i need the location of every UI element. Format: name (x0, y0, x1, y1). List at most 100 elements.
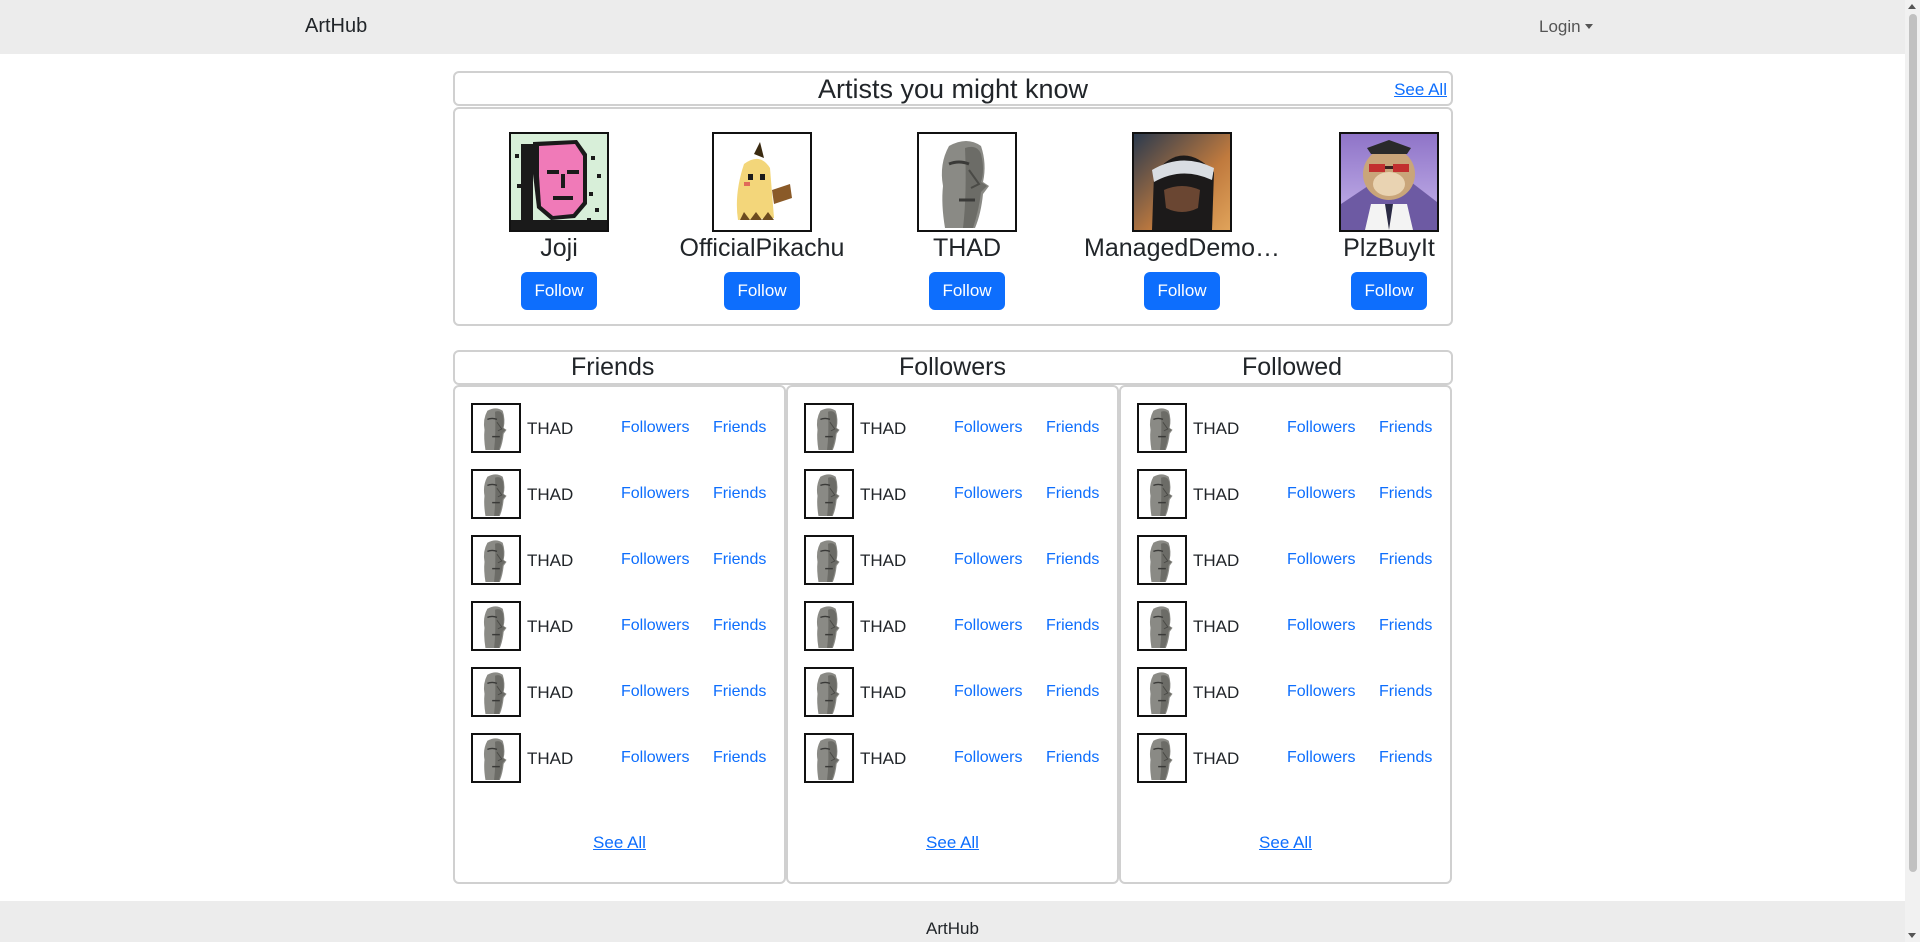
friends-link[interactable]: Friends (713, 551, 766, 569)
ape-nft-avatar[interactable] (1339, 132, 1439, 232)
moai-head-avatar[interactable] (804, 535, 854, 585)
user-name[interactable]: THAD (860, 551, 906, 571)
user-name[interactable]: THAD (860, 683, 906, 703)
followers-link[interactable]: Followers (1287, 419, 1355, 437)
pink-pixel-face-avatar[interactable] (509, 132, 609, 232)
friends-link[interactable]: Friends (1046, 551, 1099, 569)
moai-head-avatar[interactable] (1137, 667, 1187, 717)
friends-link[interactable]: Friends (1046, 419, 1099, 437)
moai-head-avatar[interactable] (471, 535, 521, 585)
user-name[interactable]: THAD (527, 419, 573, 439)
follow-button[interactable]: Follow (1144, 272, 1220, 310)
user-name[interactable]: THAD (1193, 551, 1239, 571)
moai-head-avatar[interactable] (804, 601, 854, 651)
followers-link[interactable]: Followers (954, 683, 1022, 701)
friends-link[interactable]: Friends (1379, 419, 1432, 437)
moai-head-avatar[interactable] (471, 733, 521, 783)
artist-name[interactable]: THAD (862, 233, 1072, 263)
friends-link[interactable]: Friends (1379, 749, 1432, 767)
followers-link[interactable]: Followers (954, 749, 1022, 767)
followers-link[interactable]: Followers (1287, 485, 1355, 503)
user-name[interactable]: THAD (1193, 683, 1239, 703)
moai-head-avatar[interactable] (804, 469, 854, 519)
moai-head-avatar[interactable] (471, 403, 521, 453)
artist-name[interactable]: ManagedDemo… (1077, 233, 1287, 263)
friends-link[interactable]: Friends (1379, 485, 1432, 503)
user-name[interactable]: THAD (860, 749, 906, 769)
follow-button[interactable]: Follow (521, 272, 597, 310)
friends-link[interactable]: Friends (713, 683, 766, 701)
friends-link[interactable]: Friends (713, 617, 766, 635)
followers-link[interactable]: Followers (954, 617, 1022, 635)
moai-head-avatar[interactable] (1137, 733, 1187, 783)
friends-link[interactable]: Friends (1046, 749, 1099, 767)
moai-head-avatar[interactable] (804, 667, 854, 717)
see-all-label[interactable]: See All (593, 833, 646, 852)
friends-link[interactable]: Friends (713, 749, 766, 767)
friends-link[interactable]: Friends (1046, 617, 1099, 635)
followers-see-all-link[interactable]: See All (788, 833, 1117, 853)
artist-name[interactable]: OfficialPikachu (657, 233, 867, 263)
user-name[interactable]: THAD (527, 551, 573, 571)
scroll-up-arrow-icon[interactable] (1908, 4, 1916, 9)
followers-link[interactable]: Followers (1287, 749, 1355, 767)
friends-link[interactable]: Friends (1046, 683, 1099, 701)
see-all-label[interactable]: See All (926, 833, 979, 852)
follow-button[interactable]: Follow (1351, 272, 1427, 310)
moai-head-avatar[interactable] (1137, 535, 1187, 585)
followers-link[interactable]: Followers (1287, 551, 1355, 569)
follow-button[interactable]: Follow (724, 272, 800, 310)
user-name[interactable]: THAD (1193, 617, 1239, 637)
moai-head-avatar[interactable] (471, 469, 521, 519)
moai-head-avatar[interactable] (1137, 403, 1187, 453)
followers-link[interactable]: Followers (621, 749, 689, 767)
vertical-scrollbar[interactable] (1905, 0, 1920, 942)
followers-link[interactable]: Followers (621, 683, 689, 701)
user-name[interactable]: THAD (1193, 485, 1239, 505)
moai-head-avatar[interactable] (471, 667, 521, 717)
followers-link[interactable]: Followers (621, 419, 689, 437)
followed-see-all-link[interactable]: See All (1121, 833, 1450, 853)
ninja-headband-avatar[interactable] (1132, 132, 1232, 232)
friends-link[interactable]: Friends (713, 485, 766, 503)
moai-head-avatar[interactable] (1137, 601, 1187, 651)
mimikyu-pixel-avatar[interactable] (712, 132, 812, 232)
user-name[interactable]: THAD (527, 749, 573, 769)
followers-link[interactable]: Followers (621, 617, 689, 635)
moai-head-avatar[interactable] (1137, 469, 1187, 519)
user-name[interactable]: THAD (527, 617, 573, 637)
followers-link[interactable]: Followers (1287, 683, 1355, 701)
artist-name[interactable]: PlzBuyIt (1284, 233, 1494, 263)
follow-button[interactable]: Follow (929, 272, 1005, 310)
scrollbar-thumb[interactable] (1909, 14, 1917, 872)
user-name[interactable]: THAD (1193, 419, 1239, 439)
followers-link[interactable]: Followers (621, 551, 689, 569)
brand-link[interactable]: ArtHub (305, 15, 367, 38)
followers-link[interactable]: Followers (954, 485, 1022, 503)
moai-head-avatar[interactable] (471, 601, 521, 651)
followers-link[interactable]: Followers (621, 485, 689, 503)
moai-head-avatar[interactable] (804, 733, 854, 783)
friends-link[interactable]: Friends (1379, 551, 1432, 569)
artist-name[interactable]: Joji (454, 233, 664, 263)
friends-link[interactable]: Friends (1379, 683, 1432, 701)
user-name[interactable]: THAD (860, 617, 906, 637)
moai-head-avatar[interactable] (917, 132, 1017, 232)
artists-see-all-link[interactable]: See All (1394, 80, 1447, 100)
followers-link[interactable]: Followers (954, 419, 1022, 437)
user-name[interactable]: THAD (527, 485, 573, 505)
friends-link[interactable]: Friends (1379, 617, 1432, 635)
scroll-down-arrow-icon[interactable] (1908, 933, 1916, 938)
moai-head-avatar[interactable] (804, 403, 854, 453)
login-dropdown[interactable]: Login (1539, 17, 1593, 37)
user-name[interactable]: THAD (860, 419, 906, 439)
user-name[interactable]: THAD (860, 485, 906, 505)
friends-see-all-link[interactable]: See All (455, 833, 784, 853)
see-all-label[interactable]: See All (1259, 833, 1312, 852)
followers-link[interactable]: Followers (1287, 617, 1355, 635)
user-name[interactable]: THAD (1193, 749, 1239, 769)
user-name[interactable]: THAD (527, 683, 573, 703)
friends-link[interactable]: Friends (713, 419, 766, 437)
friends-link[interactable]: Friends (1046, 485, 1099, 503)
followers-link[interactable]: Followers (954, 551, 1022, 569)
